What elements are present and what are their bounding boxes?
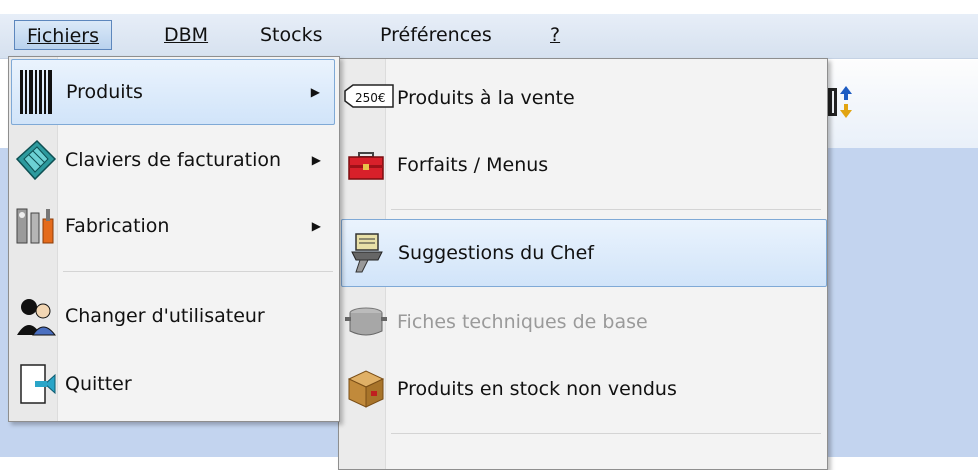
menu-help[interactable]: ? [538,20,572,50]
price-tag-icon: 250€ [343,77,395,119]
menu-item-quitter[interactable]: Quitter [11,353,335,415]
fichiers-dropdown: Produits ▶ Claviers de facturation ▶ Fab… [8,56,340,422]
menu-bar: Fichiers DBM Stocks Préférences ? [0,14,978,59]
users-icon [15,295,57,337]
tools-icon [15,205,57,247]
submenu-item-forfaits-menus[interactable]: Forfaits / Menus [341,131,823,199]
keyboard-icon [15,139,57,181]
toolbox-icon [345,143,387,185]
submenu-item-fiches-techniques: Fiches techniques de base [341,289,823,355]
box-icon [345,367,387,409]
menu-fichiers[interactable]: Fichiers [14,20,112,50]
submenu-separator [391,433,821,434]
submenu-arrow-icon: ▶ [310,85,320,99]
submenu-item-stock-non-vendus[interactable]: Produits en stock non vendus [341,355,823,423]
svg-text:250€: 250€ [355,91,386,105]
submenu-item-produits-vente[interactable]: 250€ Produits à la vente [341,65,823,131]
chef-notepad-icon [346,230,388,273]
exit-door-icon [15,363,57,405]
barcode-icon [16,70,58,114]
submenu-separator [391,209,821,210]
menu-dbm[interactable]: DBM [152,20,220,50]
toolbar [820,60,978,149]
menu-item-produits[interactable]: Produits ▶ [11,59,335,125]
menu-item-fabrication[interactable]: Fabrication ▶ [11,193,335,259]
submenu-arrow-icon: ▶ [311,219,321,233]
menu-item-claviers-facturation[interactable]: Claviers de facturation ▶ [11,127,335,193]
app-window: Fichiers DBM Stocks Préférences ? 250€ P… [0,0,978,470]
menu-item-changer-utilisateur[interactable]: Changer d'utilisateur [11,283,335,349]
submenu-item-suggestions-chef[interactable]: Suggestions du Chef [341,219,827,287]
products-submenu: 250€ Produits à la vente Forfaits / Menu… [338,58,828,470]
menu-stocks[interactable]: Stocks [248,20,334,50]
sort-arrows-icon[interactable] [826,82,860,122]
cooking-pot-icon [345,299,387,341]
menu-separator [63,271,333,272]
menu-preferences[interactable]: Préférences [368,20,504,50]
submenu-arrow-icon: ▶ [311,153,321,167]
